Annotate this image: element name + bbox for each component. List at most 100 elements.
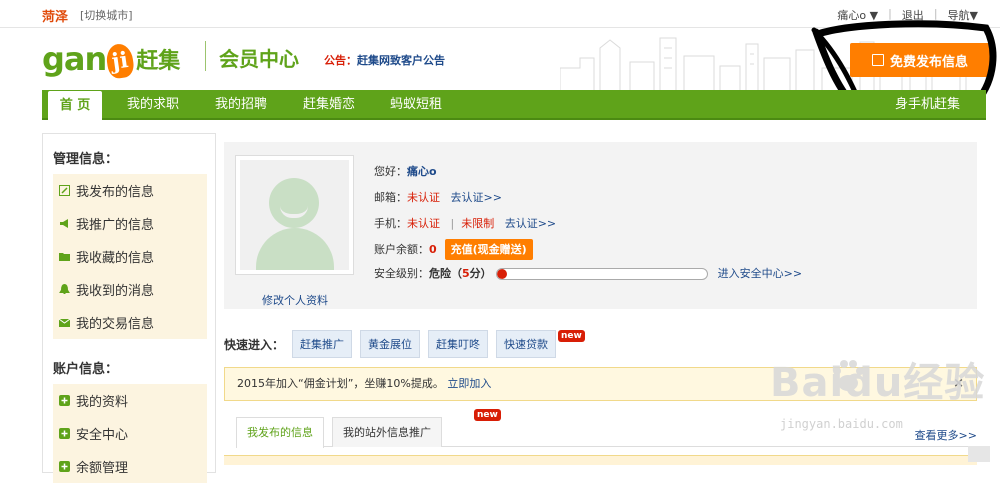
tab-my-posts[interactable]: 我发布的信息 xyxy=(236,417,324,448)
plus-icon xyxy=(59,395,70,406)
sidebar-item-my-profile[interactable]: 我的资料 xyxy=(53,384,207,417)
announcement-link[interactable]: 赶集网致客户公告 xyxy=(357,54,445,67)
posts-tabs: 我发布的信息 我的站外信息推广 new 查看更多>> xyxy=(236,409,977,448)
email-verify-link[interactable]: 去认证>> xyxy=(451,191,502,204)
quick-access-label: 快速进入： xyxy=(224,337,285,352)
security-progress-bar xyxy=(495,268,708,280)
quick-promote-button[interactable]: 赶集推广 xyxy=(292,330,353,358)
separator: | xyxy=(933,7,938,20)
switch-city-link[interactable]: [切换城市] xyxy=(80,7,133,23)
tab-home[interactable]: 首 页 xyxy=(48,91,102,120)
header: gan ji 赶集 会员中心 公告：赶集网致客户公告 免费发布信息 xyxy=(0,28,1000,90)
balance-row: 账户余额：0 充值(现金赠送) xyxy=(374,239,533,260)
sidebar-item-my-posts[interactable]: 我发布的信息 xyxy=(53,174,207,207)
publish-free-button[interactable]: 免费发布信息 xyxy=(850,43,990,77)
email-status: 未认证 xyxy=(407,191,440,204)
view-more-link[interactable]: 查看更多>> xyxy=(915,427,977,443)
megaphone-icon xyxy=(60,219,68,228)
sidebar-item-label: 余额管理 xyxy=(76,461,129,476)
current-city: 菏泽 xyxy=(42,10,69,25)
sidebar-item-balance[interactable]: 余额管理 xyxy=(53,450,207,483)
top-bar: 菏泽 [切换城市] 痛心o ▼ | 退出 | 导航▼ xyxy=(0,0,1000,28)
sidebar-item-label: 我的交易信息 xyxy=(76,317,155,332)
avatar-body xyxy=(256,228,334,270)
promo-join-link[interactable]: 立即加入 xyxy=(447,377,491,390)
logo-divider xyxy=(205,41,206,71)
sidebar: 管理信息： 我发布的信息 我推广的信息 我收藏的信息 我收到的消息 我的交易信息… xyxy=(42,133,216,483)
new-badge: new xyxy=(558,330,585,342)
sidebar-item-label: 我的资料 xyxy=(76,395,129,410)
recharge-button[interactable]: 充值(现金赠送) xyxy=(444,239,533,260)
tab-my-jobs[interactable]: 我的求职 xyxy=(127,90,179,120)
separator: | xyxy=(888,7,892,20)
tab-marriage[interactable]: 赶集婚恋 xyxy=(303,90,355,120)
nav-dropdown[interactable]: 导航▼ xyxy=(948,7,978,23)
publish-button-label: 免费发布信息 xyxy=(889,54,968,70)
greeting-label: 您好： xyxy=(374,165,407,178)
security-row: 安全级别：危险（5分） 进入安全中心>> xyxy=(374,267,802,280)
folder-icon xyxy=(59,253,70,261)
phone-verify-link[interactable]: 去认证>> xyxy=(505,217,556,230)
quick-gold-booth-button[interactable]: 黄金展位 xyxy=(360,330,421,358)
new-badge: new xyxy=(474,409,501,421)
logo-ganji-cn: 赶集 xyxy=(136,49,181,74)
phone-limit-status: 未限制 xyxy=(461,217,495,230)
logout-link[interactable]: 退出 xyxy=(902,7,924,23)
logo-ji: ji xyxy=(105,42,136,80)
phone-label: 手机： xyxy=(374,217,407,230)
sidebar-manage-title: 管理信息： xyxy=(53,152,119,167)
separator: | xyxy=(450,217,455,230)
security-label: 安全级别： xyxy=(374,267,429,280)
sidebar-item-label: 安全中心 xyxy=(76,428,129,443)
page-title: 会员中心 xyxy=(219,47,299,71)
avatar-head xyxy=(269,178,319,228)
security-score: 5 xyxy=(462,267,470,280)
sidebar-account-title: 账户信息： xyxy=(53,362,119,377)
promo-text: 2015年加入“佣金计划”，坐赚10%提成。 xyxy=(237,377,444,390)
avatar[interactable] xyxy=(235,155,354,275)
tab-short-rent[interactable]: 蚂蚁短租 xyxy=(390,90,442,120)
security-center-link[interactable]: 进入安全中心>> xyxy=(718,267,802,280)
sidebar-item-label: 我收藏的信息 xyxy=(76,251,155,266)
email-label: 邮箱： xyxy=(374,191,407,204)
phone-status: 未认证 xyxy=(407,217,440,230)
tab-my-recruit[interactable]: 我的招聘 xyxy=(215,90,267,120)
security-score-open: （ xyxy=(451,267,462,280)
logo-gan: gan xyxy=(42,40,107,78)
quick-loan-button[interactable]: 快速贷款 xyxy=(496,330,557,358)
ganji-logo[interactable]: gan ji 赶集 xyxy=(42,40,181,80)
sidebar-item-security-center[interactable]: 安全中心 xyxy=(53,417,207,450)
security-progress-fill xyxy=(496,269,508,279)
commission-promo-banner: 2015年加入“佣金计划”，坐赚10%提成。 立即加入 × xyxy=(224,367,977,401)
username-dropdown[interactable]: 痛心o ▼ xyxy=(837,7,878,23)
tab-offsite-promotion[interactable]: 我的站外信息推广 xyxy=(332,417,442,447)
top-user-menu: 痛心o ▼ | 退出 | 导航▼ xyxy=(837,7,978,23)
sidebar-item-my-favorites[interactable]: 我收藏的信息 xyxy=(53,240,207,273)
back-to-top-button[interactable] xyxy=(968,446,990,462)
main-nav: 首 页 我的求职 我的招聘 赶集婚恋 蚂蚁短租 身手机赶集 xyxy=(42,90,986,120)
announcement-label: 公告： xyxy=(324,54,357,67)
profile-panel: 修改个人资料 您好：痛心o 邮箱：未认证 去认证>> 手机：未认证 | 未限制 … xyxy=(224,142,977,309)
main-content: 修改个人资料 您好：痛心o 邮箱：未认证 去认证>> 手机：未认证 | 未限制 … xyxy=(224,133,986,473)
balance-label: 账户余额： xyxy=(374,243,429,256)
bell-icon xyxy=(59,284,70,294)
sidebar-item-label: 我推广的信息 xyxy=(76,218,155,233)
posts-panel-top xyxy=(224,455,977,465)
quick-access: 快速进入： 赶集推广 黄金展位 赶集叮咚 快速贷款 new xyxy=(224,330,591,358)
close-icon[interactable]: × xyxy=(953,368,964,400)
envelope-icon xyxy=(59,318,70,327)
sidebar-item-my-trades[interactable]: 我的交易信息 xyxy=(53,306,207,339)
security-score-close: 分） xyxy=(469,267,492,280)
profile-username: 痛心o xyxy=(407,165,437,178)
balance-value: 0 xyxy=(429,243,437,256)
sidebar-item-my-promotions[interactable]: 我推广的信息 xyxy=(53,207,207,240)
greeting-row: 您好：痛心o xyxy=(374,165,437,178)
security-level: 危险 xyxy=(429,267,451,280)
sidebar-item-label: 我收到的消息 xyxy=(76,284,155,299)
edit-icon xyxy=(59,185,70,196)
edit-profile-link[interactable]: 修改个人资料 xyxy=(262,292,328,308)
tab-mobile-ganji[interactable]: 身手机赶集 xyxy=(895,90,960,120)
sidebar-item-my-messages[interactable]: 我收到的消息 xyxy=(53,273,207,306)
plus-icon xyxy=(59,428,70,439)
quick-dingdong-button[interactable]: 赶集叮咚 xyxy=(428,330,489,358)
